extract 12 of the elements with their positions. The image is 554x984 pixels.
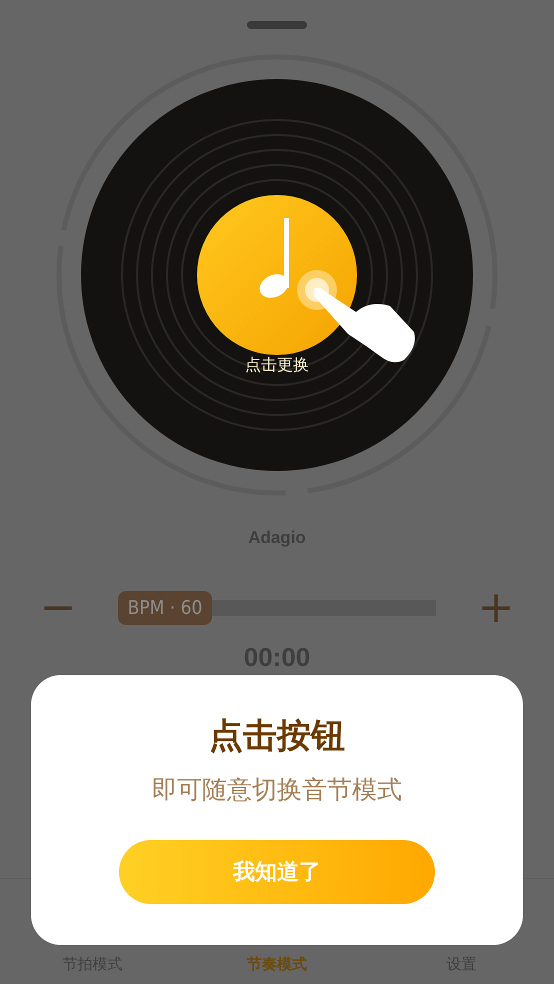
music-note-icon [260, 218, 289, 298]
dialog-title: 点击按钮 [209, 715, 345, 758]
slider-thumb[interactable]: BPM · 60 [118, 591, 212, 625]
confirm-button[interactable]: 我知道了 [119, 840, 435, 904]
tab[interactable]: 节奏模式 [184, 955, 370, 974]
decrease-button[interactable]: − [38, 588, 78, 628]
bpm-slider[interactable]: BPM · 60 [118, 591, 436, 625]
change-rhythm-button[interactable] [197, 195, 357, 355]
drag-handle[interactable] [247, 21, 307, 29]
dialog-message: 即可随意切换音节模式 [152, 774, 402, 806]
record-label: 点击更换 [245, 355, 309, 374]
increase-button[interactable]: + [476, 588, 516, 628]
